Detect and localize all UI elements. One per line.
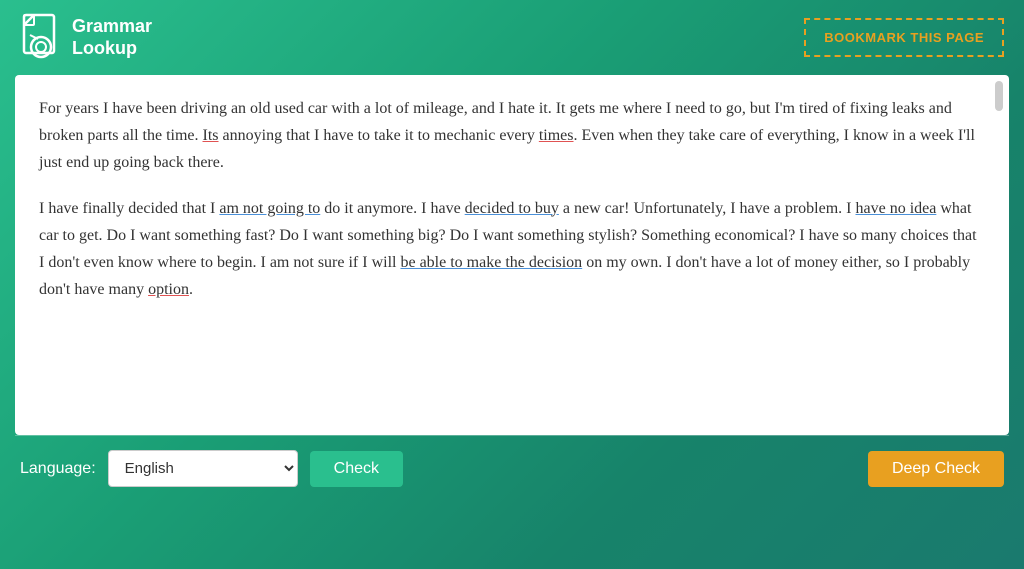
footer-left: Language: English Spanish French German … [20, 450, 403, 487]
paragraph-2: I have finally decided that I am not goi… [39, 195, 985, 304]
header: Grammar Lookup BOOKMARK THIS PAGE [0, 0, 1024, 75]
paragraph-1: For years I have been driving an old use… [39, 95, 985, 177]
logo-container: Grammar Lookup [20, 13, 152, 63]
footer: Language: English Spanish French German … [0, 436, 1024, 501]
language-label: Language: [20, 460, 96, 478]
bookmark-button[interactable]: BOOKMARK THIS PAGE [804, 18, 1004, 57]
phrase-am-not-going-to: am not going to [219, 200, 320, 217]
logo-icon [20, 13, 62, 63]
phrase-decided-to-buy: decided to buy [465, 200, 559, 217]
error-word-option: option [148, 281, 189, 298]
deep-check-button[interactable]: Deep Check [868, 451, 1004, 487]
error-word-its: Its [203, 127, 219, 144]
scrollbar[interactable] [995, 81, 1003, 111]
phrase-have-no-idea: have no idea [855, 200, 936, 217]
text-editor[interactable]: For years I have been driving an old use… [15, 75, 1009, 435]
logo-text: Grammar Lookup [72, 16, 152, 59]
check-button[interactable]: Check [310, 451, 403, 487]
phrase-be-able-to-make: be able to make the decision [400, 254, 582, 271]
error-word-times: times [539, 127, 574, 144]
language-select[interactable]: English Spanish French German Italian Po… [108, 450, 298, 487]
